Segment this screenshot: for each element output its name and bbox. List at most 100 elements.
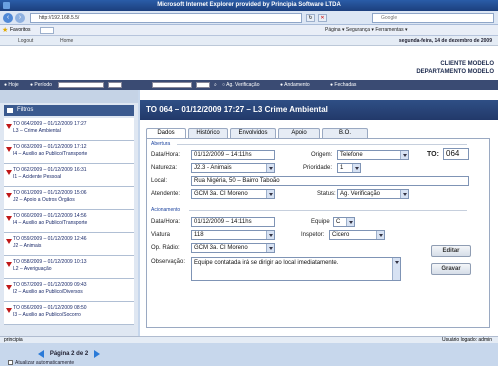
tab-bo[interactable]: B.O. [322, 128, 368, 138]
pin-icon [6, 147, 12, 152]
forward-icon[interactable]: › [15, 13, 25, 23]
item-title: TO 056/2009 – 01/12/2009 08:50 [13, 305, 87, 311]
search-icon[interactable]: ⌕ [214, 80, 217, 90]
list-item[interactable]: TO 058/2009 – 01/12/2009 10:13 L2 – Averi… [4, 256, 134, 279]
chevron-down-icon [266, 231, 274, 239]
list-item[interactable]: TO 061/2009 – 01/12/2009 15:06 J2 – Apoio… [4, 187, 134, 210]
address-bar-area: ‹ › http://192.168.5.5/ ↻ ✕ Google [0, 11, 498, 25]
atendente-value: GCM 3a. CI Moreno [194, 191, 248, 197]
inspetor-select[interactable]: Cicero [329, 230, 385, 240]
list-item[interactable]: TO 057/2009 – 01/12/2009 09:43 I2 – Auxil… [4, 279, 134, 302]
prioridade-select[interactable]: 1 [337, 163, 361, 173]
tab-envolvidos[interactable]: Envolvidos [230, 128, 276, 138]
to-field[interactable]: 064 [443, 148, 469, 160]
pin-icon [6, 262, 12, 267]
acionamento-datahora-field[interactable]: 01/12/2009 – 14:11hs [191, 217, 275, 227]
list-item[interactable]: TO 064/2009 – 01/12/2009 17:27 L3 – Crime… [4, 118, 134, 141]
item-title: TO 062/2009 – 01/12/2009 16:31 [13, 167, 87, 173]
abertura-divider [177, 144, 467, 145]
list-item[interactable]: TO 063/2009 – 01/12/2009 17:12 I4 – Auxil… [4, 141, 134, 164]
origem-label: Origem: [311, 152, 333, 158]
gravar-button[interactable]: Gravar [431, 263, 471, 275]
observacao-textarea[interactable]: Equipe contatada irá se dirigir ao local… [191, 257, 401, 281]
list-item[interactable]: TO 062/2009 – 01/12/2009 16:31 I1 – Acide… [4, 164, 134, 187]
status-select[interactable]: Ag. Verificação [337, 189, 409, 199]
radio-ag-verificacao[interactable]: ○ Ag. Verificação [222, 80, 260, 90]
item-title: TO 057/2009 – 01/12/2009 09:43 [13, 282, 87, 288]
equipe-select[interactable]: C [333, 217, 355, 227]
local-field[interactable]: Rua Nigéria, 50 – Bairro Taboão [191, 176, 469, 186]
list-item[interactable]: TO 059/2009 – 01/12/2009 12:46 J2 – Anima… [4, 233, 134, 256]
pin-icon [6, 308, 12, 313]
inspetor-label: Inspetor: [301, 232, 325, 238]
opradio-label: Op. Rádio: [151, 245, 180, 251]
natureza-select[interactable]: J2.3 - Animais [191, 163, 275, 173]
item-subtitle: I1 – Acidente Pessoal [13, 174, 62, 180]
item-subtitle: J2 – Animais [13, 243, 42, 249]
period-start-input[interactable] [58, 82, 104, 88]
atendente-select[interactable]: GCM 3a. CI Moreno [191, 189, 275, 199]
window-title: Microsoft Internet Explorer provided by … [157, 2, 341, 8]
radio-periodo[interactable]: ● Período [30, 80, 52, 90]
pager: Página 2 de 2 [4, 348, 134, 360]
filtros-label: Filtros [17, 107, 34, 113]
item-title: TO 059/2009 – 01/12/2009 12:46 [13, 236, 87, 242]
tab-apoio[interactable]: Apoio [278, 128, 320, 138]
pin-icon [6, 193, 12, 198]
item-subtitle: L2 – Averiguação [13, 266, 52, 272]
scrollbar-icon[interactable] [392, 258, 400, 280]
chevron-down-icon [400, 190, 408, 198]
auto-update-label: Atualizar automaticamente [15, 360, 75, 366]
list-item[interactable]: TO 060/2009 – 01/12/2009 14:56 I4 – Auxil… [4, 210, 134, 233]
natureza-label: Natureza: [151, 165, 178, 171]
observacao-label: Observação: [151, 259, 186, 265]
chevron-down-icon [266, 190, 274, 198]
current-date: segunda-feira, 14 de dezembro de 2009 [398, 38, 492, 44]
radio-andamento[interactable]: ● Andamento [280, 80, 310, 90]
period-end-input[interactable] [152, 82, 192, 88]
chevron-down-icon [376, 231, 384, 239]
department-name: DEPARTAMENTO MODELO [416, 69, 494, 75]
origem-select[interactable]: Telefone [337, 150, 409, 160]
prioridade-label: Prioridade: [303, 165, 333, 171]
logout-link[interactable]: Logout [18, 36, 33, 46]
address-input[interactable]: http://192.168.5.5/ [30, 13, 302, 23]
opradio-select[interactable]: GCM 3a. CI Moreno [191, 243, 275, 253]
natureza-value: J2.3 - Animais [194, 165, 232, 171]
item-title: TO 064/2009 – 01/12/2009 17:27 [13, 121, 87, 127]
chevron-down-icon [266, 244, 274, 252]
next-page-icon[interactable] [94, 350, 100, 358]
equipe-value: C [336, 219, 341, 225]
search-input[interactable]: Google [372, 13, 494, 23]
pager-text: Página 2 de 2 [49, 351, 89, 357]
favorites-button[interactable]: Favoritos [10, 25, 31, 36]
pin-icon [6, 285, 12, 290]
status-user: Usuário logado: admin [441, 337, 492, 343]
command-bar[interactable]: Página ▾ Segurança ▾ Ferramentas ▾ [325, 25, 408, 36]
home-link[interactable]: Home [60, 36, 73, 46]
item-title: TO 061/2009 – 01/12/2009 15:06 [13, 190, 87, 196]
page-tab-icon[interactable] [40, 27, 54, 34]
viatura-select[interactable]: 118 [191, 230, 275, 240]
editar-button[interactable]: Editar [431, 245, 471, 257]
tab-dados[interactable]: Dados [146, 128, 186, 138]
tab-historico[interactable]: Histórico [188, 128, 228, 138]
back-icon[interactable]: ‹ [3, 13, 13, 23]
chevron-down-icon [346, 218, 354, 226]
status-left: principia [4, 337, 23, 343]
chevron-down-icon [400, 151, 408, 159]
period-end-time[interactable] [196, 82, 210, 88]
period-start-time[interactable] [108, 82, 122, 88]
radio-fechadas[interactable]: ● Fechadas [330, 80, 356, 90]
prev-page-icon[interactable] [38, 350, 44, 358]
chevron-down-icon [266, 164, 274, 172]
stop-icon[interactable]: ✕ [318, 14, 327, 22]
item-subtitle: I4 – Auxilio ao Publico/Transporte [13, 151, 88, 157]
checkbox-icon[interactable] [8, 360, 13, 366]
abertura-datahora-field[interactable]: 01/12/2009 – 14:11hs [191, 150, 275, 160]
list-item[interactable]: TO 056/2009 – 01/12/2009 08:50 I3 – Auxil… [4, 302, 134, 325]
filtros-header[interactable]: Filtros [4, 105, 134, 116]
auto-update-toggle[interactable]: Atualizar automaticamente [8, 360, 74, 366]
radio-hoje[interactable]: ● Hoje [4, 80, 19, 90]
refresh-icon[interactable]: ↻ [306, 14, 315, 22]
